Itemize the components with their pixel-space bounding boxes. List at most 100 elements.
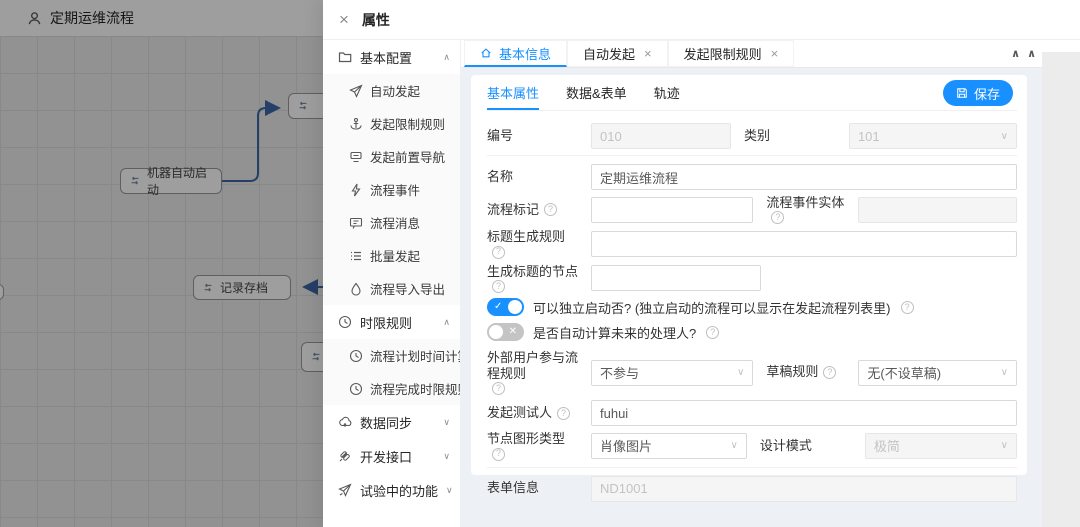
- chevron-down-icon: ∨: [737, 367, 744, 378]
- form-row-title-node: 生成标题的节点?: [487, 264, 1017, 293]
- divider: [487, 467, 1017, 468]
- sidebar-item-plan-time-calc[interactable]: 流程计划时间计算: [323, 339, 460, 372]
- sidebar-group-data-sync[interactable]: 数据同步 ∨: [323, 405, 460, 439]
- card-tabbar: 基本属性 数据&表单 轨迹 保存: [487, 75, 1017, 111]
- chevron-down-icon: ∨: [1001, 367, 1008, 378]
- help-icon[interactable]: ?: [492, 246, 505, 259]
- cloud-sync-icon: [338, 415, 352, 429]
- help-icon[interactable]: ?: [544, 203, 557, 216]
- sidebar-group-basic-config[interactable]: 基本配置 ∧: [323, 40, 460, 74]
- sidebar-submenu-basic: 自动发起 发起限制规则 发起前置导航: [323, 74, 460, 305]
- api-icon: [338, 449, 352, 463]
- title-rule-input[interactable]: [591, 231, 1017, 257]
- flow-mark-input[interactable]: [591, 197, 753, 223]
- help-icon[interactable]: ?: [492, 448, 505, 461]
- tester-label: 发起测试人?: [487, 405, 591, 421]
- form-row-external-draft: 外部用户参与流程规则? 不参与 ∨ 草稿规则? 无(不设草稿) ∨: [487, 350, 1017, 396]
- external-user-label: 外部用户参与流程规则?: [487, 350, 591, 396]
- help-icon[interactable]: ?: [823, 366, 836, 379]
- chevron-down-icon: ∨: [443, 451, 450, 462]
- chevron-down-icon: ∨: [1001, 131, 1008, 142]
- clock-icon: [338, 315, 352, 329]
- code-field: 010: [591, 123, 731, 149]
- tab-initiate-limit-rules[interactable]: 发起限制规则 ×: [668, 40, 795, 67]
- x-icon: ✕: [509, 324, 517, 340]
- chevron-down-icon: ∨: [1001, 440, 1008, 451]
- tab-auto-initiate[interactable]: 自动发起 ×: [567, 40, 668, 67]
- clock-icon: [349, 349, 363, 363]
- event-entity-label: 流程事件实体?: [766, 195, 858, 224]
- chevron-down-icon: ∨: [730, 440, 737, 451]
- anchor-icon: [349, 117, 363, 131]
- sidebar-item-complete-time-rules[interactable]: 流程完成时限规则: [323, 372, 460, 405]
- chevron-down-icon: ∨: [446, 485, 453, 496]
- chevron-down-icon: ∨: [443, 417, 450, 428]
- sidebar-item-process-events[interactable]: 流程事件: [323, 173, 460, 206]
- name-input[interactable]: 定期运维流程: [591, 164, 1017, 190]
- droplet-icon: [349, 282, 363, 296]
- save-icon: [956, 87, 968, 99]
- sidebar-item-auto-initiate[interactable]: 自动发起: [323, 74, 460, 107]
- draft-rule-label: 草稿规则?: [766, 364, 858, 380]
- drawer-header: × 属性: [323, 0, 1080, 40]
- form-row-mark-entity: 流程标记? 流程事件实体?: [487, 195, 1017, 224]
- sidebar-group-experimental[interactable]: 试验中的功能 ∨: [323, 473, 460, 507]
- independent-start-toggle[interactable]: ✓: [487, 298, 524, 316]
- event-entity-field: [858, 197, 1017, 223]
- sidebar-item-initiate-limit-rules[interactable]: 发起限制规则: [323, 107, 460, 140]
- external-user-select[interactable]: 不参与 ∨: [591, 360, 753, 386]
- card-tab-trace[interactable]: 轨迹: [654, 75, 680, 110]
- sidebar-item-batch-initiate[interactable]: 批量发起: [323, 239, 460, 272]
- form-row-title-rule: 标题生成规则?: [487, 229, 1017, 258]
- close-tab-icon[interactable]: ×: [644, 46, 652, 61]
- sidebar-item-process-messages[interactable]: 流程消息: [323, 206, 460, 239]
- future-handler-toggle[interactable]: ✕: [487, 323, 524, 341]
- sidebar-item-pre-navigation[interactable]: 发起前置导航: [323, 140, 460, 173]
- name-label: 名称: [487, 169, 591, 185]
- help-icon[interactable]: ?: [901, 301, 914, 314]
- card-tab-data-form[interactable]: 数据&表单: [566, 75, 627, 110]
- node-graphic-select[interactable]: 肖像图片 ∨: [591, 433, 747, 459]
- sidebar-group-time-rules[interactable]: 时限规则 ∧: [323, 305, 460, 339]
- folder-icon: [338, 50, 352, 64]
- message-icon: [349, 216, 363, 230]
- chevron-up-icon: ∧: [443, 317, 450, 328]
- app: 定期运维流程 机器自动启动 记录存档: [0, 0, 1080, 527]
- properties-sidebar: 基本配置 ∧ 自动发起 发起限制规则: [323, 40, 461, 527]
- chevron-up-icon: ∧: [1027, 47, 1036, 60]
- sidebar-item-import-export[interactable]: 流程导入导出: [323, 272, 460, 305]
- title-node-label: 生成标题的节点?: [487, 264, 591, 293]
- form-row-form-info: 表单信息 ND1001: [487, 476, 1017, 502]
- form-info-field: ND1001: [591, 476, 1017, 502]
- tester-input[interactable]: fuhui: [591, 400, 1017, 426]
- properties-drawer: × 属性 基本配置 ∧ 自动发起: [323, 0, 1080, 527]
- title-rule-label: 标题生成规则?: [487, 229, 591, 258]
- divider: [487, 155, 1017, 156]
- toggle-knob: [489, 325, 503, 339]
- form-row-name: 名称 定期运维流程: [487, 164, 1017, 190]
- tab-basic-info[interactable]: 基本信息: [464, 40, 567, 67]
- check-icon: ✓: [494, 299, 502, 315]
- title-node-input[interactable]: [591, 265, 761, 291]
- sidebar-group-dev-interface[interactable]: 开发接口 ∨: [323, 439, 460, 473]
- draft-rule-select[interactable]: 无(不设草稿) ∨: [858, 360, 1017, 386]
- scrollbar-track[interactable]: [1042, 52, 1080, 527]
- help-icon[interactable]: ?: [557, 407, 570, 420]
- collapse-chevrons[interactable]: ∧ ∧: [1011, 39, 1036, 67]
- help-icon[interactable]: ?: [706, 326, 719, 339]
- close-tab-icon[interactable]: ×: [771, 46, 779, 61]
- design-mode-label: 设计模式: [760, 438, 852, 454]
- help-icon[interactable]: ?: [771, 211, 784, 224]
- help-icon[interactable]: ?: [492, 280, 505, 293]
- sidebar-submenu-time: 流程计划时间计算 流程完成时限规则: [323, 339, 460, 405]
- form-info-label: 表单信息: [487, 480, 591, 496]
- lightning-icon: [349, 183, 363, 197]
- design-mode-select: 极简 ∨: [865, 433, 1017, 459]
- card-tab-basic-props[interactable]: 基本属性: [487, 75, 539, 110]
- save-button[interactable]: 保存: [943, 80, 1013, 106]
- form-row-independent-start: ✓ 可以独立启动否? (独立启动的流程可以显示在发起流程列表里) ?: [487, 298, 1017, 317]
- close-icon[interactable]: ×: [339, 11, 349, 28]
- form-row-graphic-design: 节点图形类型? 肖像图片 ∨ 设计模式 极简 ∨: [487, 431, 1017, 460]
- independent-start-label: 可以独立启动否? (独立启动的流程可以显示在发起流程列表里): [533, 298, 891, 317]
- help-icon[interactable]: ?: [492, 382, 505, 395]
